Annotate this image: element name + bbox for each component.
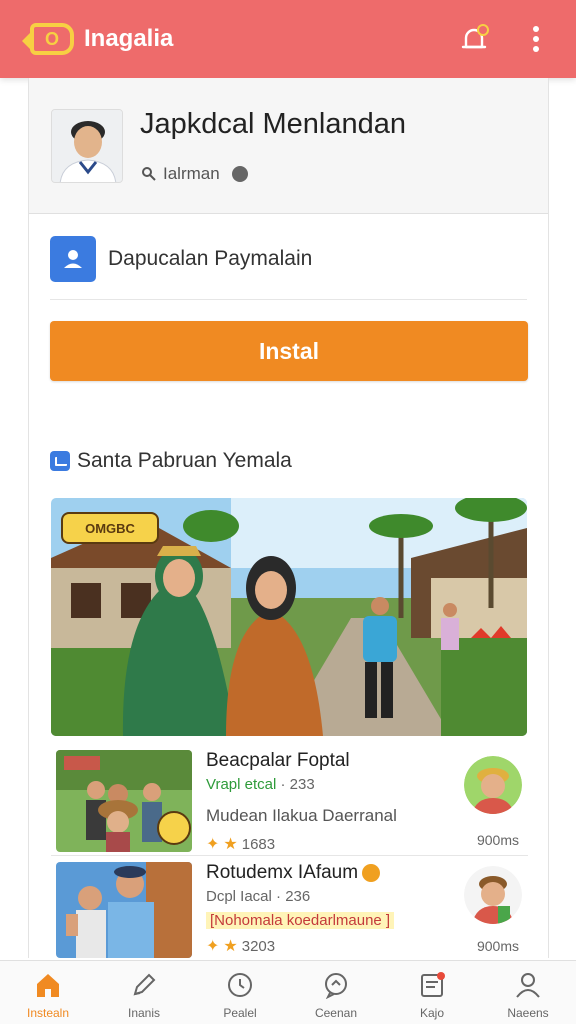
item-title-text: Rotudemx IAfaum (206, 862, 359, 883)
nav-label: Kajo (419, 1006, 445, 1020)
girl-avatar-icon (464, 866, 522, 924)
nav-item-notes[interactable]: Kajo (384, 961, 480, 1024)
link-icon (142, 167, 156, 181)
nav-item-chat[interactable]: Ceenan (288, 961, 384, 1024)
pencil-icon (133, 973, 156, 996)
item-rating-value: 1683 (241, 835, 276, 853)
bottom-navigation: Instealn Inanis Pealel Ceenan Kajo Naeen… (0, 960, 576, 1024)
item-thumbnail (56, 750, 192, 852)
kids-photo-icon (56, 862, 192, 958)
item-rating-value: 3203 (241, 937, 276, 955)
item-description: [Nohomala koedarlmaune ] (206, 912, 395, 929)
developer-profile: Japkdcal Menlandan Ialrman (29, 78, 548, 214)
item-count: · 236 (276, 888, 311, 905)
install-button[interactable]: Instal (50, 321, 528, 381)
nav-label: Ceenan (314, 1006, 358, 1020)
item-description: Mudean Ilakua Daerranal (206, 806, 397, 825)
notification-button[interactable] (456, 21, 492, 57)
nav-item-profile[interactable]: Naeens (480, 961, 576, 1024)
home-icon (37, 974, 59, 997)
developer-avatar[interactable] (51, 109, 123, 183)
item-side-avatar[interactable] (464, 866, 522, 924)
logo-text: O (44, 28, 59, 49)
app-detail-card: Japkdcal Menlandan Ialrman Dapucalan Pay… (28, 78, 549, 958)
chat-icon (325, 973, 347, 999)
nav-label: Naeens (507, 1006, 549, 1020)
person-photo-icon (52, 110, 122, 182)
item-rating: ✦ ★ 3203 (206, 936, 275, 956)
star-icon: ★ (223, 836, 238, 853)
user-icon (516, 973, 540, 998)
item-meta: Dcpl Iacal · 236 (206, 888, 310, 905)
item-side-count: 900ms (476, 938, 519, 954)
list-item[interactable]: Beacpalar Foptal Vrapl etcal · 233 Mudea… (51, 738, 528, 856)
checkbox-icon (50, 451, 70, 471)
boy-avatar-icon (464, 756, 522, 814)
user-badge-icon (50, 236, 96, 282)
permission-label: Dapucalan Paymalain (108, 247, 313, 270)
item-category: Vrapl etcal (206, 776, 277, 793)
clock-icon (228, 973, 252, 997)
permission-row[interactable]: Dapucalan Paymalain (50, 236, 527, 300)
more-vertical-icon (533, 26, 539, 52)
top-app-bar: O Inagalia (0, 0, 576, 78)
globe-icon (231, 166, 248, 182)
item-meta: Vrapl etcal · 233 (206, 776, 315, 793)
item-title: Rotudemx IAfaum (206, 862, 381, 884)
star-icon: ✦ (206, 938, 220, 955)
hero-banner[interactable]: OMGBC (51, 498, 527, 736)
item-count: · 233 (280, 776, 315, 793)
verified-badge-icon (362, 863, 381, 882)
app-title: Inagalia (84, 25, 174, 52)
developer-subtitle: Ialrman (141, 164, 248, 184)
star-icon: ✦ (206, 836, 220, 853)
item-side-count: 900ms (476, 832, 519, 848)
family-photo-icon (56, 750, 192, 852)
developer-name: Japkdcal Menlandan (140, 108, 407, 140)
more-options-button[interactable] (518, 21, 554, 57)
notes-icon (421, 972, 445, 997)
nav-item-home[interactable]: Instealn (0, 961, 96, 1024)
item-side-avatar[interactable] (464, 756, 522, 814)
item-category: Dcpl Iacal (206, 888, 272, 905)
item-thumbnail (56, 862, 192, 958)
app-logo[interactable]: O (22, 23, 74, 55)
star-icon: ★ (223, 938, 238, 955)
nav-label: Pealel (223, 1006, 257, 1020)
section-header: Santa Pabruan Yemala (50, 449, 292, 473)
item-title: Beacpalar Foptal (206, 750, 350, 771)
developer-handle: Ialrman (163, 164, 220, 183)
nav-label: Inanis (127, 1006, 161, 1020)
bell-alert-icon (461, 24, 489, 49)
hero-badge: OMGBC (61, 512, 159, 544)
section-title: Santa Pabruan Yemala (77, 449, 292, 472)
nav-item-edit[interactable]: Inanis (96, 961, 192, 1024)
list-item[interactable]: Rotudemx IAfaum Dcpl Iacal · 236 [Nohoma… (51, 856, 528, 962)
nav-item-history[interactable]: Pealel (192, 961, 288, 1024)
app-list: Beacpalar Foptal Vrapl etcal · 233 Mudea… (51, 738, 528, 962)
item-rating: ✦ ★ 1683 (206, 834, 275, 854)
nav-label: Instealn (26, 1006, 70, 1020)
